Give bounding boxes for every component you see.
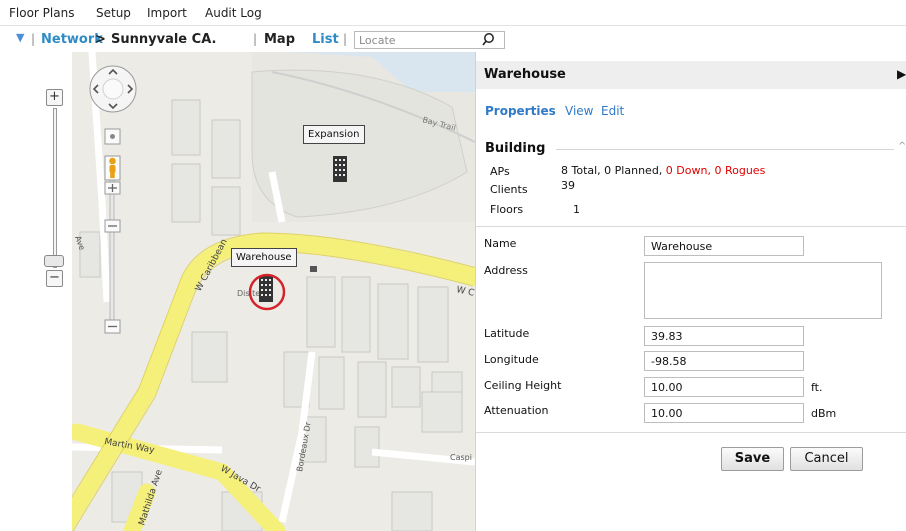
building-marker-icon[interactable] <box>333 156 347 182</box>
ceiling-height-label: Ceiling Height <box>484 379 562 392</box>
zoom-slider-panel: + − <box>0 52 72 531</box>
map-view[interactable]: Bay Trail W Caribbean Ave W C Martin Way… <box>72 52 475 531</box>
zoom-track[interactable] <box>53 108 57 268</box>
menu-floor-plans[interactable]: Floor Plans <box>9 6 74 20</box>
map-label-warehouse[interactable]: Warehouse <box>231 248 297 267</box>
tab-properties[interactable]: Properties <box>485 104 556 118</box>
breadcrumb-divider: | <box>253 32 258 46</box>
address-label: Address <box>484 264 528 277</box>
longitude-label: Longitude <box>484 353 539 366</box>
aps-rogues[interactable]: 0 Rogues <box>714 164 765 177</box>
expand-arrow-icon[interactable]: ▶ <box>897 67 906 81</box>
zoom-slider-handle[interactable] <box>44 255 64 267</box>
collapse-icon[interactable]: ^ <box>898 141 906 152</box>
properties-panel: Warehouse ▶ Properties View Edit Buildin… <box>475 52 906 531</box>
view-list-tab[interactable]: List <box>312 32 339 47</box>
zoom-in-button[interactable]: + <box>46 89 63 106</box>
menu-audit-log[interactable]: Audit Log <box>205 6 262 20</box>
view-map-tab[interactable]: Map <box>264 32 295 47</box>
floors-label: Floors <box>490 203 524 216</box>
caret-down-icon[interactable]: ▼ <box>16 31 24 44</box>
building-marker-icon[interactable] <box>259 276 273 302</box>
breadcrumb-network-link[interactable]: Network <box>41 32 103 47</box>
street-label: Caspi <box>450 453 472 462</box>
save-button[interactable]: Save <box>721 447 784 471</box>
latitude-field[interactable] <box>644 326 804 346</box>
menu-import[interactable]: Import <box>147 6 187 20</box>
aps-label: APs <box>490 165 510 178</box>
poi-icon <box>310 266 317 272</box>
latitude-label: Latitude <box>484 327 530 340</box>
name-label: Name <box>484 237 517 250</box>
tab-edit[interactable]: Edit <box>601 104 624 118</box>
cancel-button[interactable]: Cancel <box>790 447 863 471</box>
breadcrumb-divider: | <box>343 32 348 46</box>
attenuation-field[interactable] <box>644 403 804 423</box>
breadcrumb: ▼ | Network > Sunnyvale CA. | Map List | <box>0 27 906 52</box>
divider <box>476 432 906 433</box>
name-field[interactable] <box>644 236 804 256</box>
address-field[interactable] <box>644 262 882 319</box>
attenuation-unit: dBm <box>811 407 837 420</box>
longitude-field[interactable] <box>644 351 804 371</box>
map-canvas: Bay Trail W Caribbean Ave W C Martin Way… <box>72 52 475 531</box>
menu-setup[interactable]: Setup <box>96 6 131 20</box>
street-label: W C <box>455 285 475 299</box>
breadcrumb-divider: | <box>31 32 36 46</box>
breadcrumb-separator: > <box>95 32 106 47</box>
section-divider <box>556 149 894 150</box>
aps-down[interactable]: 0 Down, <box>666 164 715 177</box>
section-title: Building <box>485 141 546 156</box>
aps-total: 8 Total, 0 Planned, <box>561 164 666 177</box>
panel-header: Warehouse ▶ <box>476 61 906 89</box>
zoom-out-button[interactable]: − <box>46 270 63 287</box>
divider <box>476 226 906 227</box>
clients-label: Clients <box>490 183 528 196</box>
pegman-icon[interactable] <box>104 155 121 181</box>
aps-value: 8 Total, 0 Planned, 0 Down, 0 Rogues <box>561 164 765 177</box>
floor-plans-app: Floor Plans Setup Import Audit Log ▼ | N… <box>0 0 906 531</box>
map-label-expansion[interactable]: Expansion <box>303 125 365 144</box>
attenuation-label: Attenuation <box>484 404 549 417</box>
top-menu-bar: Floor Plans Setup Import Audit Log <box>0 0 906 26</box>
floors-value: 1 <box>573 203 580 216</box>
pan-control[interactable] <box>89 65 137 113</box>
panel-title: Warehouse <box>484 67 566 82</box>
tab-view[interactable]: View <box>565 104 593 118</box>
clients-value: 39 <box>561 179 575 192</box>
search-icon[interactable] <box>481 32 499 48</box>
ceiling-height-field[interactable] <box>644 377 804 397</box>
ceiling-height-unit: ft. <box>811 381 823 394</box>
breadcrumb-site: Sunnyvale CA. <box>111 32 217 47</box>
